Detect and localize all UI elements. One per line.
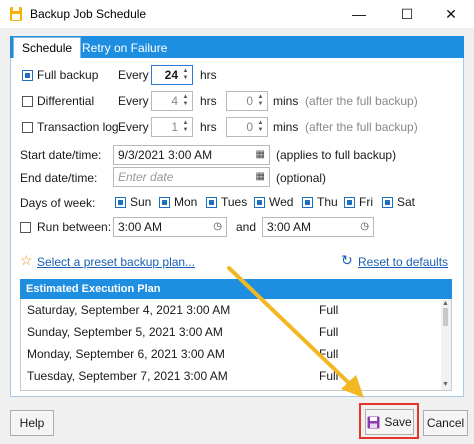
refresh-icon: ↻ [341,252,353,268]
full-hours-value: 24 [164,68,178,82]
transaction-mins-unit: mins [273,120,299,134]
minimize-button[interactable]: — [336,0,382,28]
differential-mins-value: 0 [246,94,253,108]
plan-row-type: Full [319,325,339,339]
transaction-mins-value: 0 [246,120,253,134]
scroll-down-icon[interactable]: ▼ [442,381,449,388]
differential-hours-value: 4 [171,94,178,108]
execution-plan-header: Estimated Execution Plan [20,279,452,299]
run-between-label: Run between: [37,220,112,234]
run-between-from-value: 3:00 AM [118,220,163,234]
differential-hrs-unit: hrs [200,94,217,108]
plan-row: Saturday, September 4, 2021 3:00 AM Full [21,299,441,321]
reset-defaults-link[interactable]: Reset to defaults [358,255,448,269]
day-sun-checkbox[interactable] [115,197,126,208]
full-backup-label: Full backup [37,68,99,82]
clock-icon[interactable]: ◷ [360,221,369,232]
spinner-arrows-icon[interactable]: ▲ ▼ [256,120,265,134]
differential-checkbox[interactable] [22,96,33,107]
app-icon [10,7,22,21]
plan-row-date: Saturday, September 4, 2021 3:00 AM [27,303,231,317]
plan-row-date: Sunday, September 5, 2021 3:00 AM [27,325,223,339]
transaction-every-label: Every [118,120,149,134]
spinner-arrows-icon[interactable]: ▲ ▼ [256,94,265,108]
day-wed-label: Wed [269,195,294,209]
start-date-value: 9/3/2021 3:00 AM [118,148,213,162]
spinner-arrows-icon[interactable]: ▲ ▼ [181,68,190,82]
window-title: Backup Job Schedule [30,7,147,21]
transaction-hours-spinner[interactable]: 1 ▲ ▼ [151,117,193,137]
tab-schedule[interactable]: Schedule [13,37,82,59]
plan-scrollbar-thumb[interactable] [443,308,448,326]
differential-note: (after the full backup) [305,94,418,108]
scroll-up-icon[interactable]: ▲ [442,300,449,307]
plan-row-type: Full [319,369,339,383]
day-sat-checkbox[interactable] [382,197,393,208]
transaction-note: (after the full backup) [305,120,418,134]
transaction-hrs-unit: hrs [200,120,217,134]
day-tues-label: Tues [221,195,248,209]
day-tues-checkbox[interactable] [206,197,217,208]
days-of-week-label: Days of week: [20,196,96,210]
day-thu-checkbox[interactable] [302,197,313,208]
start-date-label: Start date/time: [20,148,102,162]
run-between-and-label: and [236,220,257,234]
full-every-label: Every [118,68,149,82]
plan-row-type: Full [319,347,339,361]
maximize-button[interactable]: ☐ [384,0,430,28]
differential-mins-spinner[interactable]: 0 ▲ ▼ [226,91,268,111]
end-date-note: (optional) [276,171,327,185]
transaction-log-checkbox[interactable] [22,122,33,133]
transaction-log-label: Transaction log [37,120,119,134]
day-mon-label: Mon [174,195,198,209]
title-bar: Backup Job Schedule — ☐ ✕ [0,0,474,28]
transaction-hours-value: 1 [171,120,178,134]
day-mon-checkbox[interactable] [159,197,170,208]
calendar-icon[interactable]: ▦ [256,149,265,160]
day-sun-label: Sun [130,195,152,209]
execution-plan-list[interactable]: Saturday, September 4, 2021 3:00 AM Full… [20,299,452,391]
plan-row-date: Monday, September 6, 2021 3:00 AM [27,347,225,361]
clock-icon[interactable]: ◷ [213,221,222,232]
plan-row: Sunday, September 5, 2021 3:00 AM Full [21,321,441,343]
calendar-icon[interactable]: ▦ [256,171,265,182]
save-highlight-frame [359,403,419,439]
plan-row: Monday, September 6, 2021 3:00 AM Full [21,343,441,365]
differential-label: Differential [37,94,95,108]
differential-every-label: Every [118,94,149,108]
help-button[interactable]: Help [10,410,54,436]
star-icon: ☆ [20,252,33,268]
day-sat-label: Sat [397,195,416,209]
day-wed-checkbox[interactable] [254,197,265,208]
end-date-field[interactable]: Enter date ▦ [113,167,270,187]
preset-plan-link[interactable]: Select a preset backup plan... [37,255,195,269]
plan-row: Tuesday, September 7, 2021 3:00 AM Full [21,365,441,387]
day-fri-label: Fri [359,195,373,209]
day-fri-checkbox[interactable] [344,197,355,208]
spinner-arrows-icon[interactable]: ▲ ▼ [181,94,190,108]
transaction-mins-spinner[interactable]: 0 ▲ ▼ [226,117,268,137]
plan-row-date: Tuesday, September 7, 2021 3:00 AM [27,369,228,383]
run-between-to-field[interactable]: 3:00 AM ◷ [262,217,374,237]
start-date-note: (applies to full backup) [276,148,397,162]
differential-mins-unit: mins [273,94,299,108]
full-hrs-unit: hrs [200,68,217,82]
run-between-checkbox[interactable] [20,222,31,233]
start-date-field[interactable]: 9/3/2021 3:00 AM ▦ [113,145,270,165]
run-between-from-field[interactable]: 3:00 AM ◷ [113,217,227,237]
full-backup-checkbox[interactable] [22,70,33,81]
cancel-button[interactable]: Cancel [423,410,468,436]
end-date-label: End date/time: [20,171,98,185]
end-date-placeholder: Enter date [118,170,174,184]
close-button[interactable]: ✕ [428,0,474,28]
tab-retry-on-failure[interactable]: Retry on Failure [74,38,175,58]
plan-row-type: Full [319,303,339,317]
run-between-to-value: 3:00 AM [267,220,312,234]
spinner-arrows-icon[interactable]: ▲ ▼ [181,120,190,134]
day-thu-label: Thu [317,195,338,209]
differential-hours-spinner[interactable]: 4 ▲ ▼ [151,91,193,111]
full-hours-spinner[interactable]: 24 ▲ ▼ [151,65,193,85]
